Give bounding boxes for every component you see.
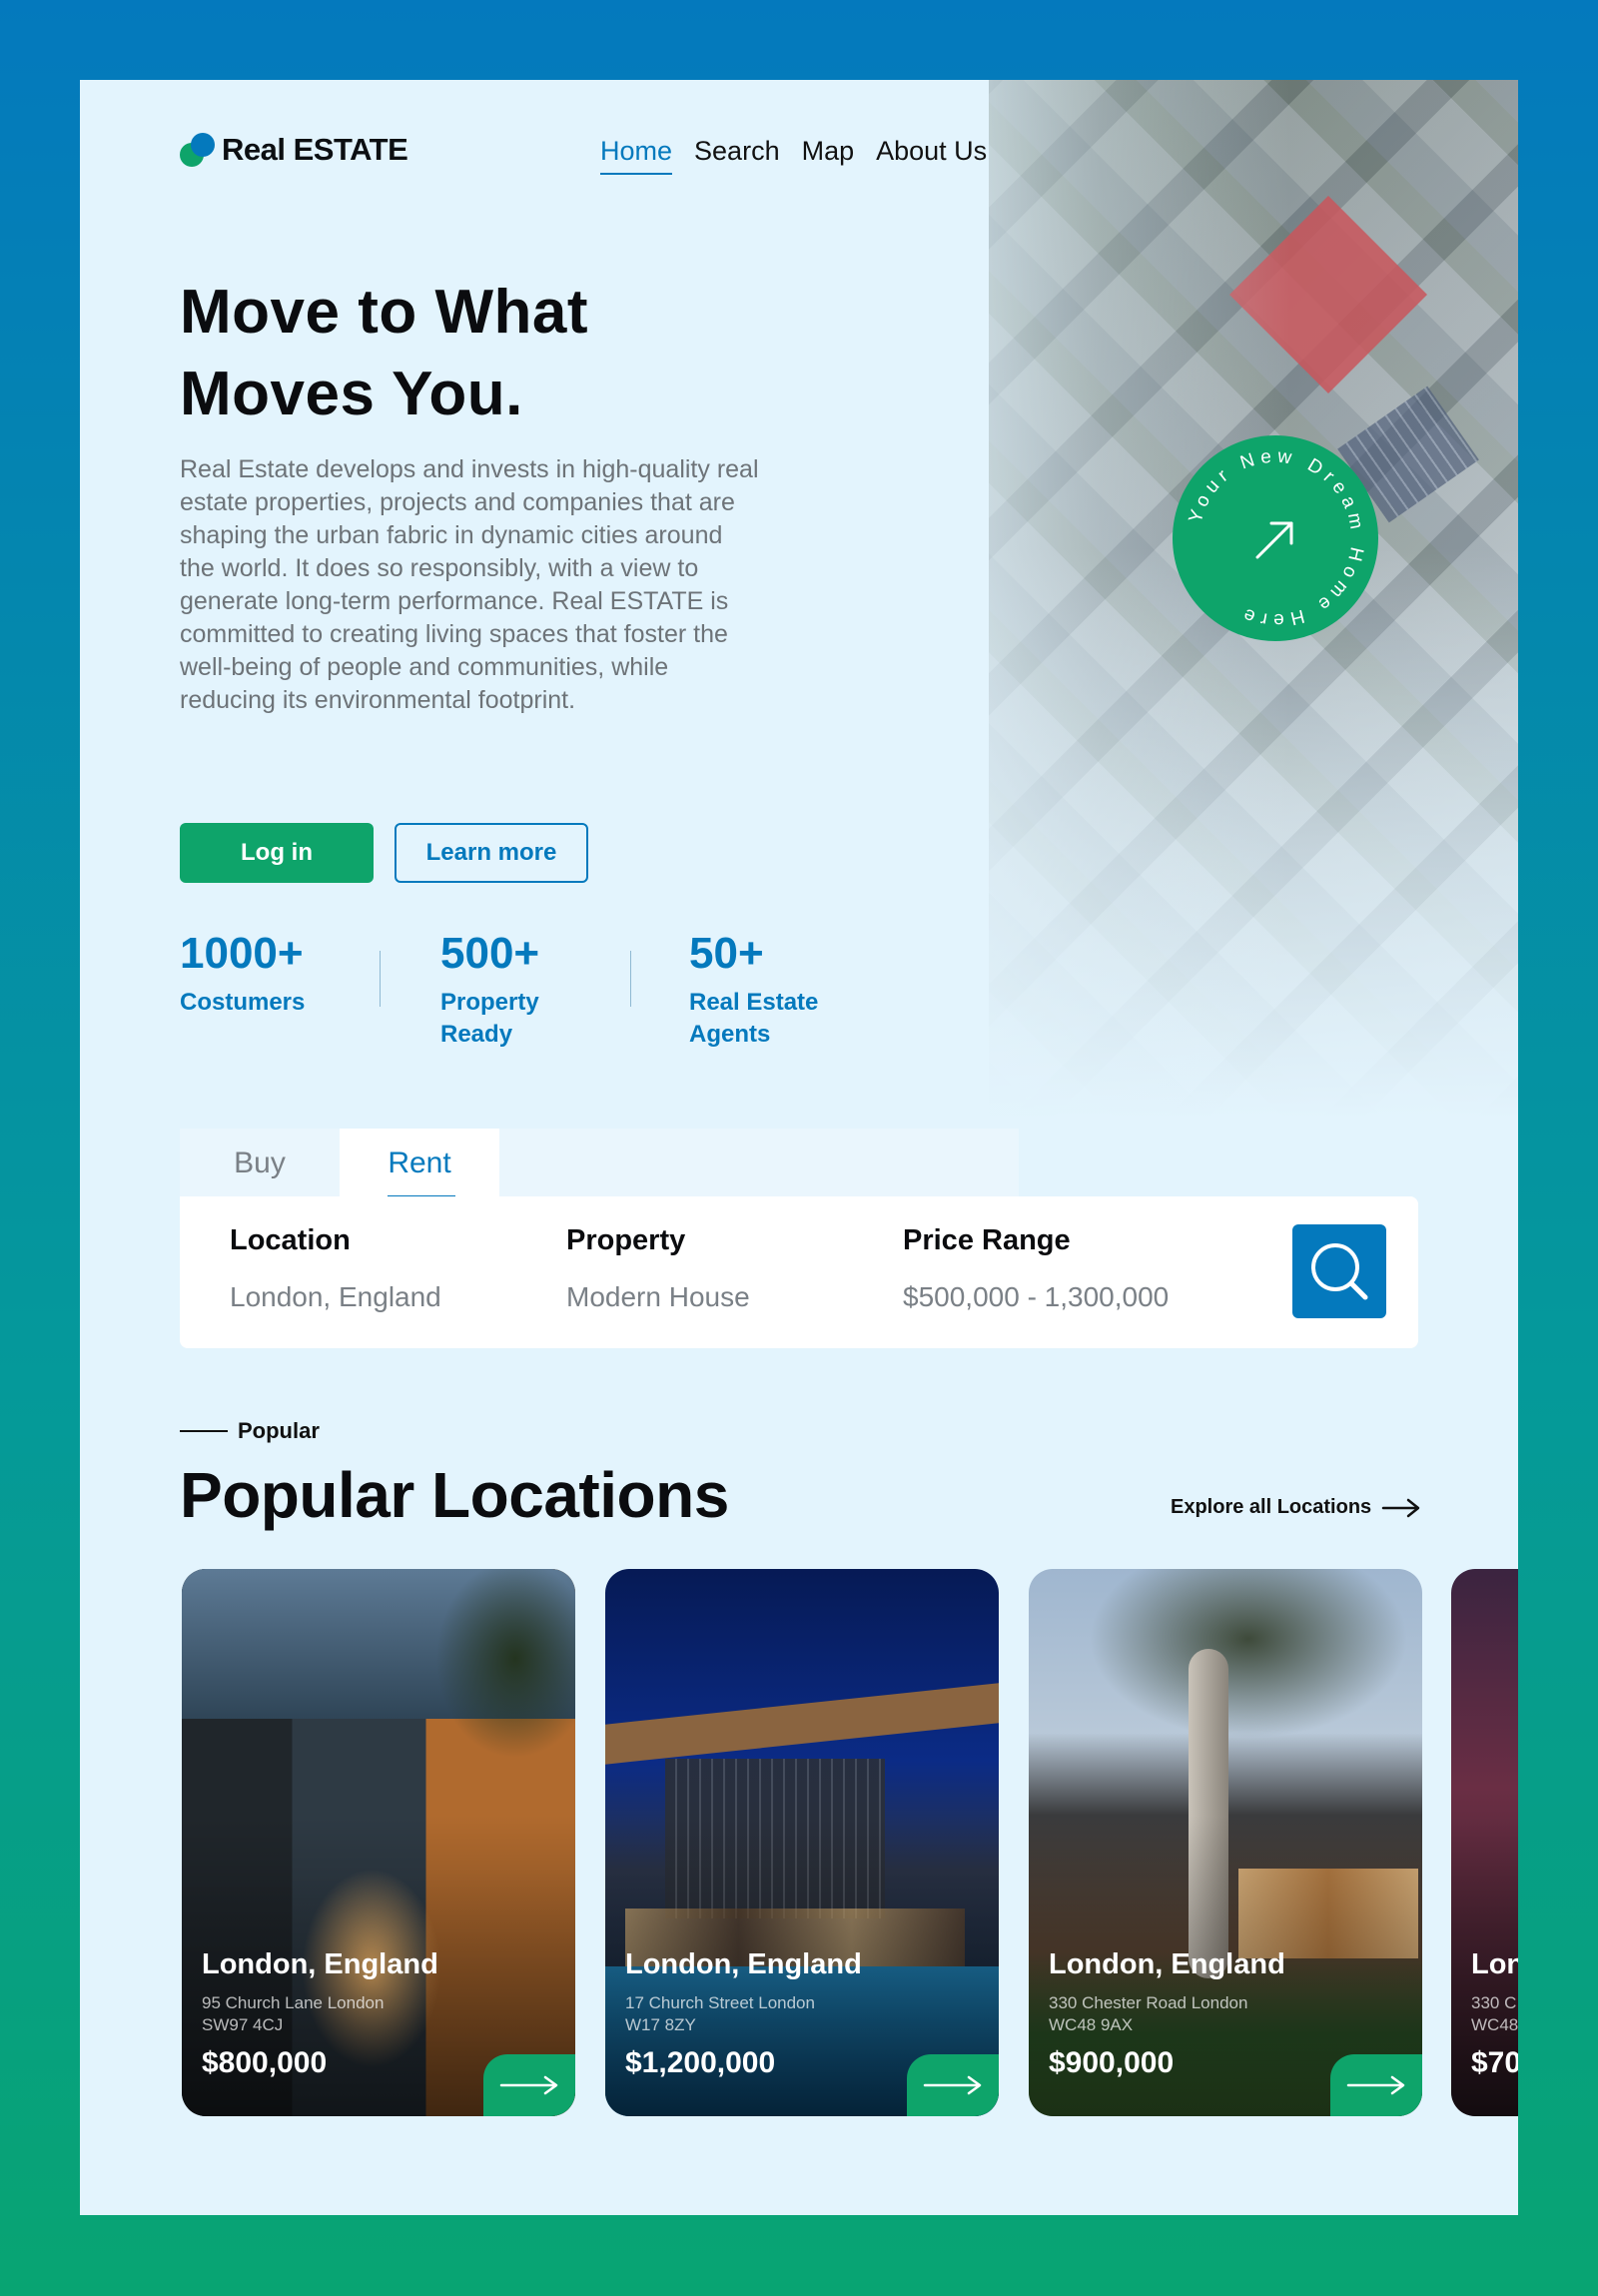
dream-home-badge[interactable]: Your New Dream Home Here [1173,435,1378,641]
nav-search[interactable]: Search [694,136,780,175]
location-card[interactable]: London, England 330 Chester Road London W… [1029,1569,1422,2116]
property-field[interactable]: Property Modern House [566,1224,750,1313]
card-price: $1,200,000 [625,2046,776,2079]
tab-rent[interactable]: Rent [340,1129,499,1198]
hero-title-line-2: Moves You. [180,360,523,428]
arrow-right-icon [1381,1498,1420,1517]
popular-kicker: Popular [180,1418,320,1444]
page: Your New Dream Home Here Real ESTATE Hom… [80,80,1518,2215]
search-panel: Location London, England Property Modern… [180,1196,1418,1348]
field-value[interactable]: $500,000 - 1,300,000 [903,1281,1169,1313]
arrow-up-right-icon [1255,521,1293,559]
logo-icon [180,133,218,167]
tab-rent-label: Rent [388,1147,451,1179]
hero-title: Move to What Moves You. [180,272,779,435]
explore-all-link[interactable]: Explore all Locations [1171,1496,1421,1519]
field-label: Price Range [903,1224,1071,1256]
stat-value: 50+ [689,929,764,978]
search-button[interactable] [1292,1224,1386,1318]
card-city: Lon [1471,1948,1518,1980]
stat-customers: 1000+ Costumers [180,929,380,1019]
card-address: 330 Chester Road London WC48 9AX [1049,1993,1248,2034]
location-card[interactable]: London, England 95 Church Lane London SW9… [182,1569,575,2116]
nav-about-us[interactable]: About Us [876,136,987,175]
nav-map[interactable]: Map [802,136,855,175]
stat-value: 1000+ [180,929,304,978]
hero-description: Real Estate develops and invests in high… [180,455,759,714]
arrow-right-icon [499,2075,558,2095]
arrow-right-icon [923,2075,982,2095]
stat-agents: 50+ Real Estate Agents [689,929,889,1051]
main-nav: Home Search Map About Us [600,136,987,175]
card-city: London, England [1049,1948,1285,1980]
location-card[interactable]: Lon 330 C WC48 $70 [1451,1569,1518,2116]
location-field[interactable]: Location London, England [230,1224,441,1313]
stat-value: 500+ [440,929,540,978]
card-city: London, England [202,1948,438,1980]
arrow-right-icon [1346,2075,1405,2095]
badge-graphic: Your New Dream Home Here [1186,445,1362,630]
stat-divider [380,951,381,1007]
card-address: 17 Church Street London W17 8ZY [625,1993,815,2034]
card-price: $800,000 [202,2046,328,2079]
location-card[interactable]: London, England 17 Church Street London W… [605,1569,999,2116]
brand-name: Real ESTATE [222,132,408,167]
stat-divider [630,951,631,1007]
explore-label: Explore all Locations [1171,1496,1372,1518]
price-range-field[interactable]: Price Range $500,000 - 1,300,000 [903,1224,1169,1313]
card-price: $900,000 [1049,2046,1175,2079]
field-label: Location [230,1224,351,1256]
tab-buy[interactable]: Buy [180,1129,340,1198]
card-price: $70 [1471,2046,1518,2079]
card-arrow-button[interactable] [483,2054,575,2116]
stat-property: 500+ Property Ready [440,929,630,1051]
stat-label: Costumers [180,989,306,1016]
login-button[interactable]: Log in [180,823,374,883]
card-address: 330 C WC48 [1471,1993,1518,2034]
brand-logo[interactable]: Real ESTATE [180,132,408,168]
field-value[interactable]: London, England [230,1281,441,1313]
nav-home[interactable]: Home [600,136,673,175]
stat-label: Real Estate Agents [689,989,819,1048]
stats-row: 1000+ Costumers 500+ Property Ready 50+ R… [180,929,889,1051]
learn-more-button[interactable]: Learn more [395,823,588,883]
card-address: 95 Church Lane London SW97 4CJ [202,1993,385,2034]
card-arrow-button[interactable] [907,2054,999,2116]
kicker-text: Popular [238,1418,320,1443]
popular-locations-title: Popular Locations [180,1459,729,1531]
stat-label: Property Ready [440,989,539,1048]
field-label: Property [566,1224,686,1256]
card-city: London, England [625,1948,862,1980]
hero-title-line-1: Move to What [180,278,588,347]
kicker-line [180,1430,228,1432]
field-value[interactable]: Modern House [566,1281,750,1313]
card-arrow-button[interactable] [1330,2054,1422,2116]
search-icon [1311,1243,1368,1300]
